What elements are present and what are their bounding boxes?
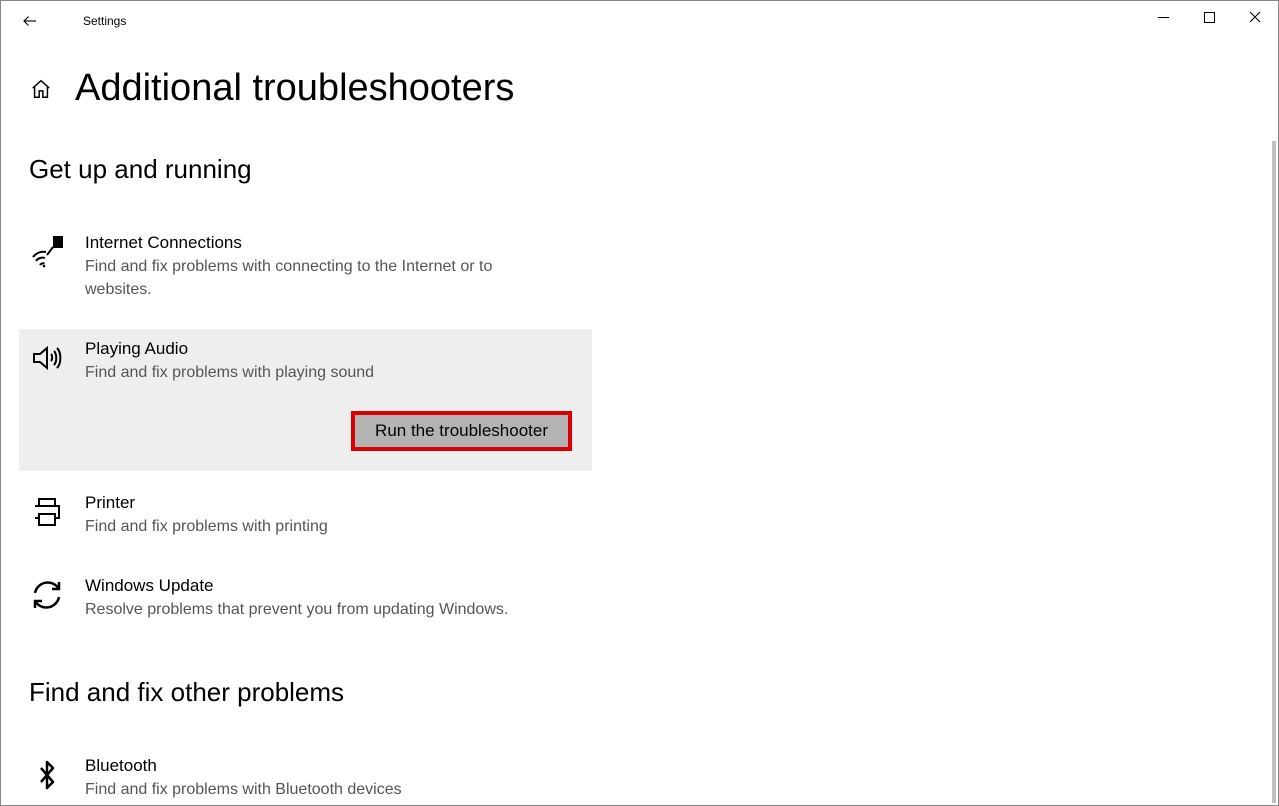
item-desc: Find and fix problems with printing	[85, 515, 545, 538]
troubleshooter-printer[interactable]: Printer Find and fix problems with print…	[19, 483, 592, 554]
app-title: Settings	[83, 14, 126, 28]
item-title: Printer	[85, 493, 582, 513]
settings-window: Settings Additional troubleshooters Get …	[0, 0, 1279, 806]
window-controls	[1140, 1, 1278, 33]
item-desc: Find and fix problems with Bluetooth dev…	[85, 778, 545, 801]
scrollbar[interactable]	[1272, 141, 1276, 803]
troubleshooter-bluetooth[interactable]: Bluetooth Find and fix problems with Blu…	[19, 746, 592, 806]
section-other: Find and fix other problems Bluetooth Fi…	[29, 677, 1278, 806]
item-title: Internet Connections	[85, 233, 582, 253]
section-title-other: Find and fix other problems	[29, 677, 1278, 708]
item-text: Playing Audio Find and fix problems with…	[85, 339, 582, 450]
item-title: Windows Update	[85, 576, 582, 596]
item-text: Bluetooth Find and fix problems with Blu…	[85, 756, 582, 801]
item-text: Windows Update Resolve problems that pre…	[85, 576, 582, 621]
page-title: Additional troubleshooters	[75, 67, 514, 110]
header-row: Additional troubleshooters	[29, 67, 1278, 110]
item-title: Playing Audio	[85, 339, 582, 359]
troubleshooter-internet-connections[interactable]: Internet Connections Find and fix proble…	[19, 223, 592, 317]
troubleshooter-windows-update[interactable]: Windows Update Resolve problems that pre…	[19, 566, 592, 637]
troubleshooter-playing-audio[interactable]: Playing Audio Find and fix problems with…	[19, 329, 592, 470]
sync-icon	[29, 578, 65, 614]
item-text: Internet Connections Find and fix proble…	[85, 233, 582, 301]
home-icon[interactable]	[29, 77, 53, 101]
bluetooth-icon	[29, 758, 65, 794]
item-desc: Find and fix problems with playing sound	[85, 361, 545, 384]
item-title: Bluetooth	[85, 756, 582, 776]
maximize-button[interactable]	[1186, 1, 1232, 33]
section-title-running: Get up and running	[29, 154, 1278, 185]
wifi-icon	[29, 235, 65, 271]
minimize-button[interactable]	[1140, 1, 1186, 33]
printer-icon	[29, 495, 65, 531]
item-desc: Find and fix problems with connecting to…	[85, 255, 545, 301]
item-desc: Resolve problems that prevent you from u…	[85, 598, 545, 621]
run-button-row: Run the troubleshooter	[85, 411, 582, 451]
content-area: Additional troubleshooters Get up and ru…	[1, 41, 1278, 806]
titlebar: Settings	[1, 1, 1278, 41]
speaker-icon	[29, 341, 65, 377]
back-button[interactable]	[15, 6, 45, 36]
close-button[interactable]	[1232, 1, 1278, 33]
item-text: Printer Find and fix problems with print…	[85, 493, 582, 538]
run-troubleshooter-button[interactable]: Run the troubleshooter	[351, 411, 572, 451]
